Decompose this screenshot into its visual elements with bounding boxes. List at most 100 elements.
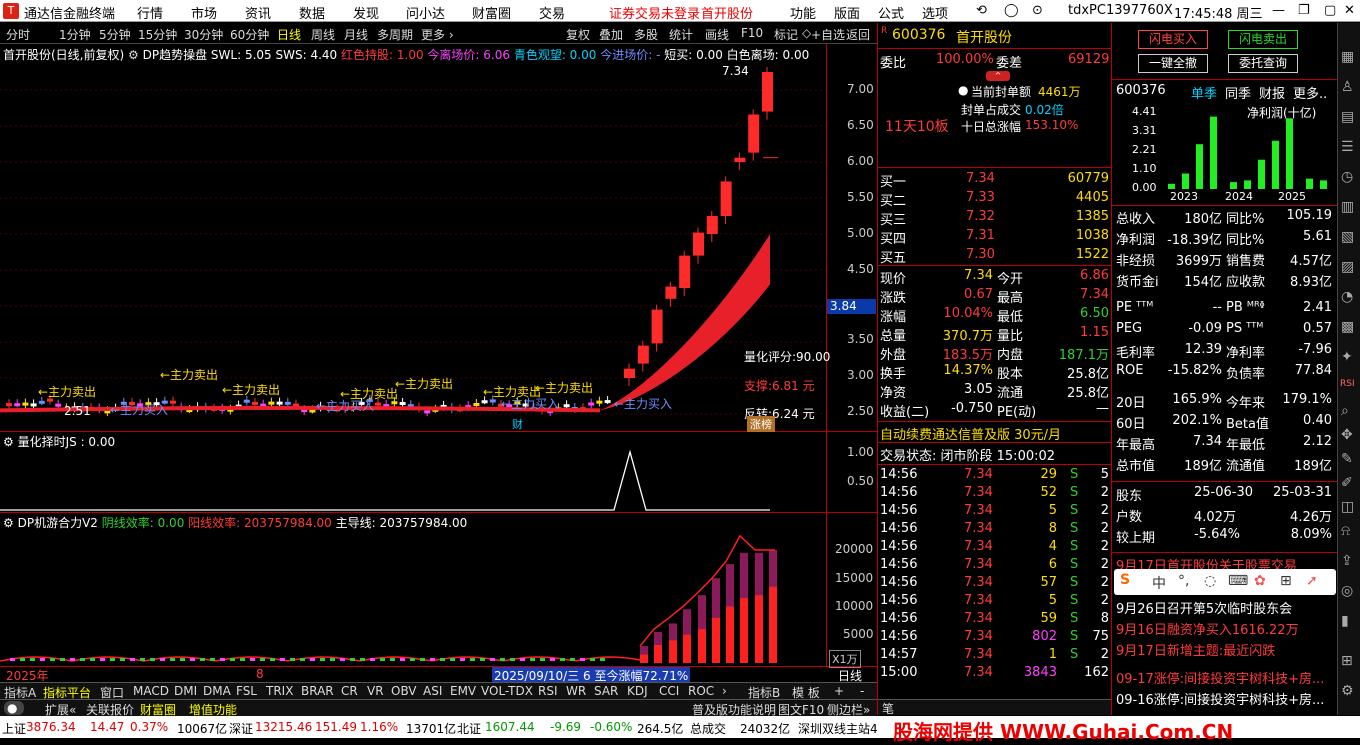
- ime-mic-icon[interactable]: ◌: [1204, 573, 1216, 589]
- ime-lang-icon[interactable]: 中: [1152, 573, 1166, 593]
- refresh-icon[interactable]: ⟲: [976, 3, 987, 18]
- news-item[interactable]: 9月16日融资净买入1616.22万: [1116, 619, 1299, 638]
- ind-tab-add[interactable]: +: [834, 684, 844, 698]
- period-tab-daily[interactable]: 日线: [277, 26, 301, 43]
- side-icon-brush[interactable]: ✐: [1341, 475, 1353, 491]
- side-icon-target[interactable]: ◎: [1341, 583, 1353, 599]
- side-icon-table[interactable]: ▥: [1341, 199, 1354, 215]
- bz-index[interactable]: 1607.44: [485, 720, 535, 734]
- menu-ask[interactable]: 问小达: [406, 3, 445, 22]
- promo-banner[interactable]: 自动续费通达信普及版 30元/月: [880, 424, 1061, 443]
- side-icon-bars[interactable]: ▨: [1341, 259, 1354, 275]
- f10-tab-report[interactable]: 财报: [1259, 83, 1285, 102]
- tool-mark[interactable]: 标记: [774, 26, 798, 43]
- ind-tab[interactable]: RSI: [538, 684, 558, 698]
- f10-tab-quarter[interactable]: 单季: [1191, 83, 1217, 102]
- ime-extra-icon[interactable]: ➚: [1306, 573, 1318, 589]
- expand-icon[interactable]: ◇: [802, 26, 811, 40]
- bid-price[interactable]: 7.31: [966, 228, 995, 243]
- side-icon-bars2[interactable]: ▮: [1341, 613, 1349, 629]
- toggle-switch[interactable]: ●: [4, 701, 25, 715]
- bid-price[interactable]: 7.34: [966, 171, 995, 186]
- collapse-icon[interactable]: ^: [986, 71, 1010, 81]
- ind-tab[interactable]: CR: [341, 684, 358, 698]
- ind-tab[interactable]: ROC: [688, 684, 714, 698]
- tool-f10[interactable]: F10: [741, 26, 763, 40]
- news-item[interactable]: 9月17日新增主题:最近闪跌: [1116, 640, 1275, 659]
- period-tab-5m[interactable]: 5分钟: [99, 26, 131, 43]
- limit-up-badge[interactable]: 涨榜: [747, 416, 775, 432]
- close-icon[interactable]: ✕: [1344, 3, 1355, 18]
- sh-index[interactable]: 3876.34: [26, 720, 76, 734]
- ime-punct-icon[interactable]: °,: [1178, 573, 1189, 589]
- f10-tab-more[interactable]: 更多..: [1293, 83, 1327, 102]
- side-icon-list[interactable]: ☰: [1341, 139, 1354, 155]
- news-item[interactable]: 09-16涨停:间接投资宇树科技+房...: [1116, 689, 1324, 708]
- side-icon-star[interactable]: ✦: [1341, 349, 1353, 365]
- cancel-all-button[interactable]: 一键全撤: [1138, 54, 1208, 73]
- ind-tab[interactable]: OBV: [391, 684, 417, 698]
- period-tab-minute[interactable]: 分时: [6, 26, 30, 43]
- side-icon-chart[interactable]: ▤: [1341, 109, 1354, 125]
- tool-draw[interactable]: 画线: [705, 26, 729, 43]
- ind-tab[interactable]: ASI: [423, 684, 442, 698]
- ind-tab[interactable]: VOL-TDX: [481, 684, 533, 698]
- menu-function[interactable]: 功能: [790, 3, 816, 22]
- side-icon-search[interactable]: ⌕: [1341, 403, 1349, 419]
- ind-tab[interactable]: EMV: [450, 684, 476, 698]
- menu-wealth[interactable]: 财富圈: [472, 3, 511, 22]
- side-icon-grid2[interactable]: ⊞: [1341, 653, 1353, 669]
- menu-data[interactable]: 数据: [299, 3, 325, 22]
- side-icon-grid[interactable]: ▦: [1341, 49, 1354, 65]
- ind-tab[interactable]: VR: [367, 684, 384, 698]
- ind-tab[interactable]: KDJ: [627, 684, 648, 698]
- period-tab-more[interactable]: 更多 ›: [421, 26, 454, 43]
- period-tab-multi[interactable]: 多周期: [377, 26, 413, 43]
- side-icon-settings[interactable]: ⚙: [1341, 683, 1354, 699]
- ind-tab[interactable]: DMA: [203, 684, 231, 698]
- menu-quotes[interactable]: 行情: [137, 3, 163, 22]
- finance-marker[interactable]: 财: [512, 416, 523, 432]
- bid-price[interactable]: 7.30: [966, 247, 995, 262]
- bid-price[interactable]: 7.32: [966, 209, 995, 224]
- f10-tab-yoy[interactable]: 同季: [1225, 83, 1251, 102]
- menu-options[interactable]: 选项: [922, 3, 948, 22]
- tool-stats[interactable]: 统计: [669, 26, 693, 43]
- side-icon-pen[interactable]: ✎: [1341, 451, 1353, 467]
- ind-tab[interactable]: CCI: [659, 684, 679, 698]
- tool-adjust[interactable]: 复权: [566, 26, 590, 43]
- side-icon-share[interactable]: ⇪: [1341, 553, 1353, 569]
- side-icon-pie[interactable]: ◔: [1341, 289, 1353, 305]
- location-icon[interactable]: ⊙: [1032, 3, 1043, 18]
- menu-discover[interactable]: 发现: [353, 3, 379, 22]
- period-tab-60m[interactable]: 60分钟: [230, 26, 269, 43]
- ind-tab[interactable]: TRIX: [266, 684, 293, 698]
- bid-price[interactable]: 7.33: [966, 190, 995, 205]
- menu-trade[interactable]: 交易: [539, 3, 565, 22]
- news-item[interactable]: 09-17涨停:间接投资宇树科技+房...: [1116, 668, 1324, 687]
- login-notice[interactable]: 证券交易未登录: [609, 3, 700, 22]
- ind-tab[interactable]: WR: [566, 684, 586, 698]
- side-icon-person[interactable]: ♙: [1341, 79, 1354, 95]
- period-tab-weekly[interactable]: 周线: [311, 26, 335, 43]
- order-query-button[interactable]: 委托查询: [1228, 54, 1298, 73]
- period-tab-1m[interactable]: 1分钟: [59, 26, 91, 43]
- ind-tab[interactable]: FSL: [236, 684, 257, 698]
- period-tab-30m[interactable]: 30分钟: [184, 26, 223, 43]
- flash-buy-button[interactable]: 闪电买入: [1138, 30, 1208, 49]
- ime-apps-icon[interactable]: ⊞: [1280, 573, 1292, 589]
- server-station[interactable]: 深圳双线主站4: [798, 720, 878, 737]
- tool-multi-stock[interactable]: 多股: [634, 26, 658, 43]
- ime-skin-icon[interactable]: ✿: [1254, 573, 1266, 589]
- period-tab-15m[interactable]: 15分钟: [138, 26, 177, 43]
- side-icon-layers[interactable]: ◫: [1341, 499, 1354, 515]
- ind-tab-more[interactable]: ›: [722, 684, 727, 698]
- period-tab-monthly[interactable]: 月线: [344, 26, 368, 43]
- side-icon-clock[interactable]: ◷: [1341, 169, 1353, 185]
- ime-keyboard-icon[interactable]: ⌨: [1228, 573, 1248, 589]
- ind-tab[interactable]: SAR: [594, 684, 618, 698]
- ind-tab[interactable]: DMI: [174, 684, 197, 698]
- ime-toolbar[interactable]: S 中 °, ◌ ⌨ ✿ ⊞ ➚: [1114, 569, 1336, 595]
- minimize-icon[interactable]: —: [1272, 3, 1285, 18]
- ind-tab[interactable]: BRAR: [301, 684, 334, 698]
